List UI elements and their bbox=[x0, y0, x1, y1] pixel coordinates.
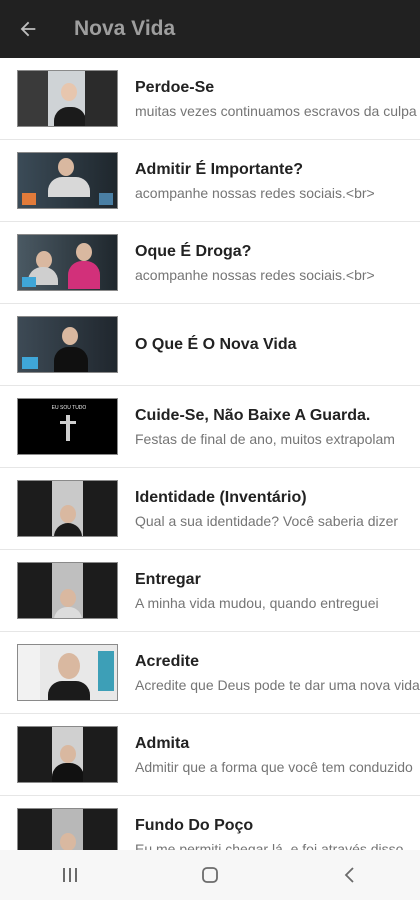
item-subtitle: acompanhe nossas redes sociais.<br> bbox=[135, 184, 375, 201]
list-item[interactable]: Perdoe-Se muitas vezes continuamos escra… bbox=[0, 58, 420, 140]
item-title: Entregar bbox=[135, 570, 201, 588]
video-thumbnail bbox=[17, 70, 118, 127]
video-thumbnail bbox=[17, 480, 118, 537]
item-subtitle: Festas de final de ano, muitos extrapola… bbox=[135, 430, 395, 447]
item-title: O Que É O Nova Vida bbox=[135, 335, 297, 353]
video-thumbnail: EU SOU TUDO bbox=[17, 398, 118, 455]
video-thumbnail bbox=[17, 152, 118, 209]
item-subtitle: Eu me permiti chegar lá, e foi através d… bbox=[135, 840, 404, 851]
item-subtitle: muitas vezes continuamos escravos da cul… bbox=[135, 102, 417, 119]
video-thumbnail bbox=[17, 726, 118, 783]
item-subtitle: Acredite que Deus pode te dar uma nova v… bbox=[135, 676, 420, 693]
item-title: Admitir É Importante? bbox=[135, 160, 304, 178]
item-subtitle: A minha vida mudou, quando entreguei bbox=[135, 594, 379, 611]
thumbnail-caption: EU SOU TUDO bbox=[51, 405, 87, 411]
video-thumbnail bbox=[17, 808, 118, 850]
list-item[interactable]: Identidade (Inventário) Qual a sua ident… bbox=[0, 468, 420, 550]
item-title: Cuide-Se, Não Baixe A Guarda. bbox=[135, 406, 371, 424]
video-list[interactable]: Perdoe-Se muitas vezes continuamos escra… bbox=[0, 58, 420, 850]
video-thumbnail bbox=[17, 562, 118, 619]
list-item[interactable]: Admitir É Importante? acompanhe nossas r… bbox=[0, 140, 420, 222]
list-item[interactable]: Admita Admitir que a forma que você tem … bbox=[0, 714, 420, 796]
item-subtitle: Admitir que a forma que você tem conduzi… bbox=[135, 758, 413, 775]
back-icon bbox=[344, 867, 354, 883]
recent-apps-button[interactable] bbox=[40, 850, 100, 900]
item-title: Fundo Do Poço bbox=[135, 816, 254, 834]
list-item[interactable]: EU SOU TUDO Cuide-Se, Não Baixe A Guarda… bbox=[0, 386, 420, 468]
arrow-left-icon bbox=[20, 21, 36, 37]
item-title: Acredite bbox=[135, 652, 200, 670]
system-nav-bar bbox=[0, 850, 420, 900]
app-bar: Nova Vida bbox=[0, 0, 420, 58]
list-item[interactable]: O Que É O Nova Vida bbox=[0, 304, 420, 386]
item-subtitle: acompanhe nossas redes sociais.<br> bbox=[135, 266, 375, 283]
video-thumbnail bbox=[17, 316, 118, 373]
home-icon bbox=[202, 867, 218, 883]
list-item[interactable]: Entregar A minha vida mudou, quando entr… bbox=[0, 550, 420, 632]
back-button[interactable] bbox=[0, 0, 56, 58]
list-item[interactable]: Fundo Do Poço Eu me permiti chegar lá, e… bbox=[0, 796, 420, 850]
page-title: Nova Vida bbox=[74, 17, 176, 40]
nav-back-button[interactable] bbox=[320, 850, 380, 900]
item-title: Admita bbox=[135, 734, 190, 752]
item-title: Identidade (Inventário) bbox=[135, 488, 307, 506]
item-subtitle: Qual a sua identidade? Você saberia dize… bbox=[135, 512, 399, 529]
video-thumbnail bbox=[17, 644, 118, 701]
video-thumbnail bbox=[17, 234, 118, 291]
item-title: Oque É Droga? bbox=[135, 242, 252, 260]
list-item[interactable]: Oque É Droga? acompanhe nossas redes soc… bbox=[0, 222, 420, 304]
item-title: Perdoe-Se bbox=[135, 78, 215, 96]
recent-apps-icon bbox=[63, 868, 77, 882]
list-item[interactable]: Acredite Acredite que Deus pode te dar u… bbox=[0, 632, 420, 714]
home-button[interactable] bbox=[180, 850, 240, 900]
